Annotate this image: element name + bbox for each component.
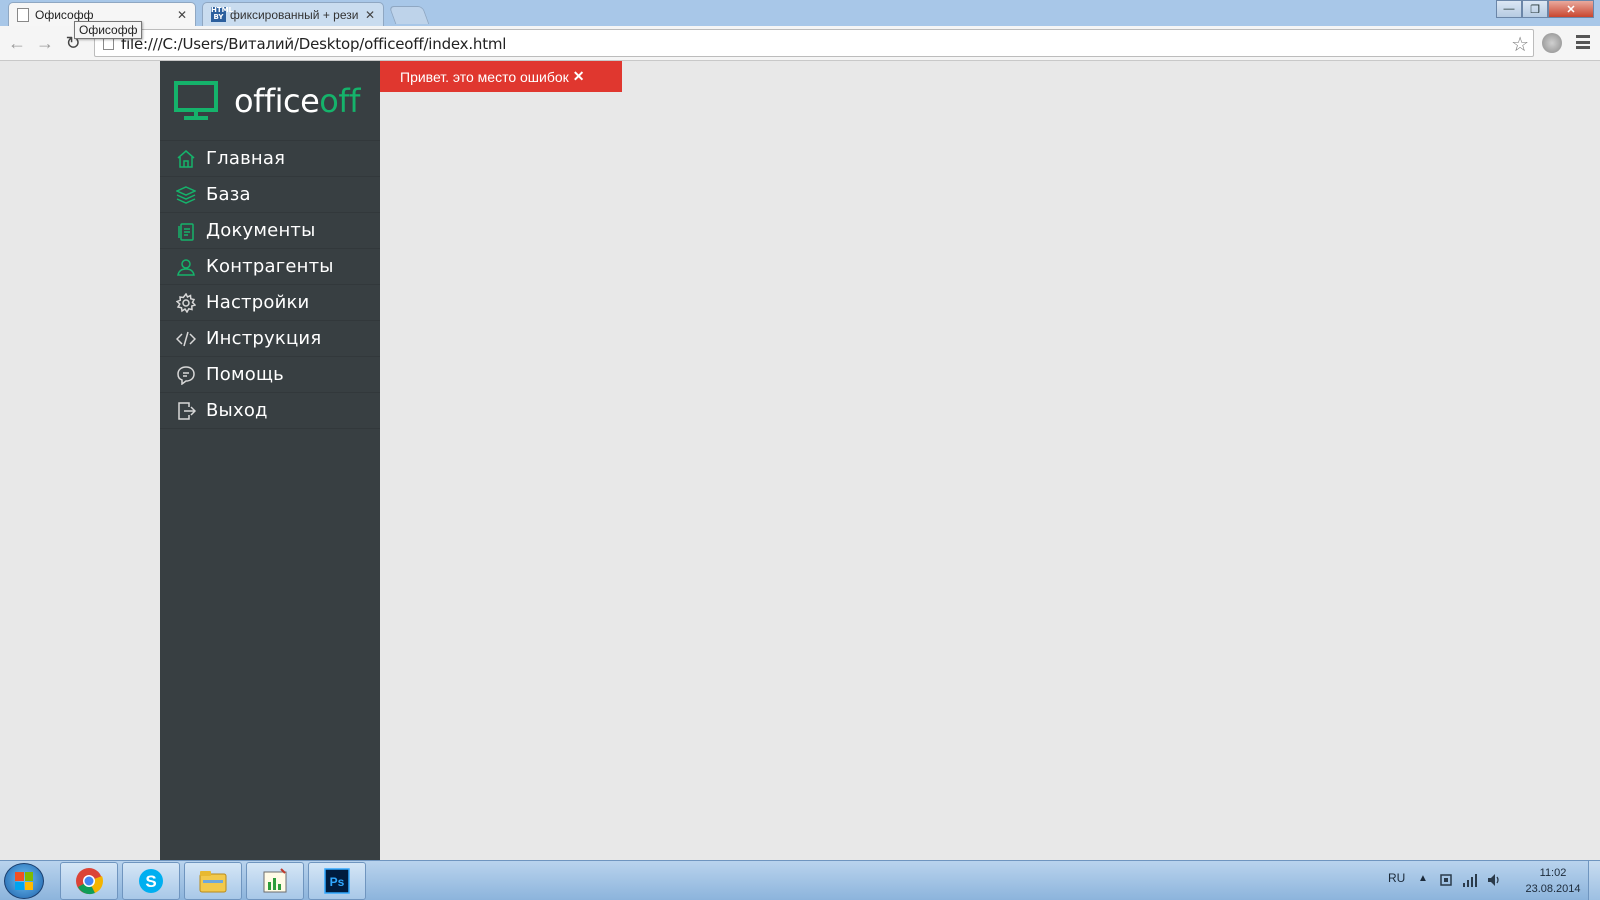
bookmark-star-icon[interactable]: ☆ bbox=[1511, 32, 1529, 57]
forward-arrow-icon[interactable]: → bbox=[34, 32, 56, 54]
documents-icon bbox=[178, 222, 194, 241]
windows-logo-icon bbox=[15, 872, 33, 890]
address-bar[interactable]: file:///C:/Users/Виталий/Desktop/officeo… bbox=[94, 29, 1534, 57]
tab-tooltip: Офисофф bbox=[74, 21, 143, 39]
tab-title: фиксированный + резин bbox=[230, 7, 359, 22]
sidebar: officeoff Главная База Документы Контраг… bbox=[160, 61, 380, 860]
sidebar-item-label: Выход bbox=[206, 400, 268, 421]
sidebar-item-home[interactable]: Главная bbox=[160, 141, 380, 177]
start-button[interactable] bbox=[4, 863, 44, 899]
svg-text:Ps: Ps bbox=[330, 875, 345, 889]
taskbar-charts-button[interactable] bbox=[246, 862, 304, 900]
sidebar-item-label: Главная bbox=[206, 148, 286, 169]
sidebar-item-label: База bbox=[206, 184, 251, 205]
logo[interactable]: officeoff bbox=[160, 61, 380, 141]
layers-icon bbox=[176, 185, 196, 204]
charts-icon bbox=[263, 868, 287, 893]
close-error-icon[interactable]: ✕ bbox=[573, 68, 585, 85]
new-tab-button[interactable] bbox=[388, 6, 430, 24]
sidebar-item-label: Помощь bbox=[206, 364, 284, 385]
sidebar-item-settings[interactable]: Настройки bbox=[160, 285, 380, 321]
window-controls: — ❐ ✕ bbox=[1496, 0, 1594, 18]
sidebar-item-instruction[interactable]: Инструкция bbox=[160, 321, 380, 357]
error-message: Привет. это место ошибок bbox=[400, 68, 569, 85]
minimize-button[interactable]: — bbox=[1496, 0, 1522, 18]
back-arrow-icon[interactable]: ← bbox=[6, 32, 28, 54]
code-icon bbox=[176, 331, 196, 346]
tab-title: Офисофф bbox=[35, 7, 94, 22]
logo-text: officeoff bbox=[234, 82, 360, 120]
error-notification: Привет. это место ошибок ✕ bbox=[380, 61, 622, 92]
sidebar-item-label: Инструкция bbox=[206, 328, 322, 349]
sidebar-item-base[interactable]: База bbox=[160, 177, 380, 213]
logo-text-office: office bbox=[234, 81, 320, 120]
usb-device-icon[interactable] bbox=[1438, 872, 1454, 888]
logout-icon bbox=[178, 401, 196, 420]
url-text[interactable]: file:///C:/Users/Виталий/Desktop/officeo… bbox=[121, 35, 506, 53]
user-icon bbox=[177, 258, 195, 276]
gear-icon bbox=[176, 292, 196, 313]
browser-toolbar: ← → ↻ file:///C:/Users/Виталий/Desktop/o… bbox=[0, 26, 1600, 61]
monitor-icon bbox=[174, 80, 218, 120]
tab-close-icon[interactable]: ✕ bbox=[365, 8, 375, 22]
logo-text-off: off bbox=[319, 81, 360, 120]
browser-menu-icon[interactable] bbox=[1576, 33, 1590, 51]
clock-date: 23.08.2014 bbox=[1525, 883, 1581, 895]
taskbar-skype-button[interactable]: S bbox=[122, 862, 180, 900]
sidebar-item-logout[interactable]: Выход bbox=[160, 393, 380, 429]
clock-time: 11:02 bbox=[1539, 867, 1567, 879]
home-icon bbox=[177, 149, 195, 168]
sidebar-item-label: Документы bbox=[206, 220, 316, 241]
sidebar-item-label: Контрагенты bbox=[206, 256, 334, 277]
photoshop-icon: Ps bbox=[324, 868, 350, 894]
taskbar-explorer-button[interactable] bbox=[184, 862, 242, 900]
sidebar-item-contractors[interactable]: Контрагенты bbox=[160, 249, 380, 285]
htmlbook-favicon-icon: HTML BY bbox=[211, 6, 234, 22]
sidebar-item-label: Настройки bbox=[206, 292, 310, 313]
taskbar-chrome-button[interactable] bbox=[60, 862, 118, 900]
show-hidden-icons-icon[interactable]: ▲ bbox=[1418, 873, 1428, 884]
extension-icon[interactable] bbox=[1542, 33, 1562, 53]
taskbar-photoshop-button[interactable]: Ps bbox=[308, 862, 366, 900]
windows-taskbar: S Ps RU ▲ 11:02 23.08.2014 bbox=[0, 860, 1600, 900]
sidebar-item-documents[interactable]: Документы bbox=[160, 213, 380, 249]
network-icon[interactable] bbox=[1462, 872, 1478, 888]
chrome-icon bbox=[76, 868, 103, 895]
browser-titlebar: Офисофф ✕ HTML BY фиксированный + резин ✕… bbox=[0, 0, 1600, 26]
explorer-icon bbox=[199, 871, 227, 893]
clock[interactable]: 11:02 23.08.2014 bbox=[1520, 865, 1586, 897]
tab-fixed-rubber[interactable]: HTML BY фиксированный + резин ✕ bbox=[202, 2, 384, 26]
restore-button[interactable]: ❐ bbox=[1522, 0, 1548, 18]
language-indicator[interactable]: RU bbox=[1388, 871, 1405, 885]
close-window-button[interactable]: ✕ bbox=[1548, 0, 1594, 18]
tab-close-icon[interactable]: ✕ bbox=[177, 8, 187, 22]
page-icon bbox=[17, 7, 29, 22]
show-desktop-button[interactable] bbox=[1588, 861, 1600, 900]
sidebar-item-help[interactable]: Помощь bbox=[160, 357, 380, 393]
svg-text:S: S bbox=[145, 872, 156, 891]
volume-icon[interactable] bbox=[1486, 872, 1502, 888]
skype-icon: S bbox=[139, 869, 163, 893]
chat-icon bbox=[177, 365, 195, 385]
